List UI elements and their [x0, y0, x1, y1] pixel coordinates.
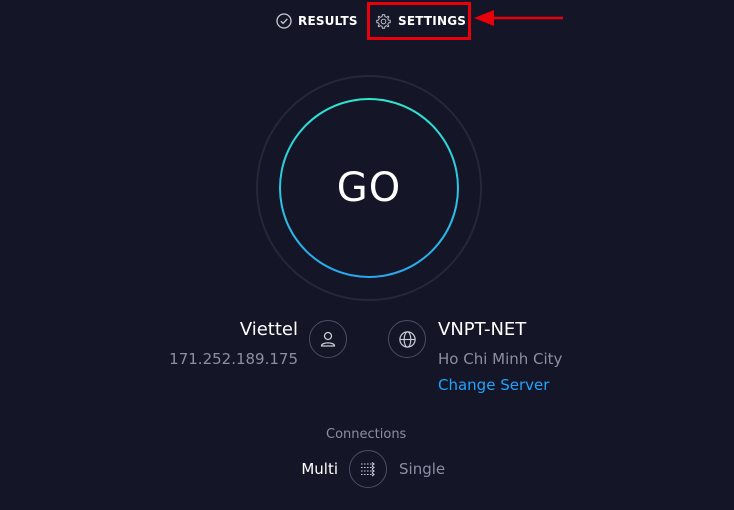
- user-icon: [309, 320, 347, 358]
- go-button-inner: GO: [281, 100, 457, 276]
- connections-single-option[interactable]: Single: [399, 460, 445, 478]
- check-circle-icon: [276, 13, 292, 29]
- globe-icon: [388, 320, 426, 358]
- go-button[interactable]: GO: [279, 98, 459, 278]
- connections-toggle-icon[interactable]: [349, 450, 387, 488]
- results-label: RESULTS: [298, 14, 358, 28]
- provider-name: Viettel: [239, 319, 298, 340]
- provider-ip: 171.252.189.175: [169, 350, 298, 368]
- server-location: Ho Chi Minh City: [438, 350, 563, 368]
- settings-highlight-box: [367, 2, 471, 40]
- results-nav-link[interactable]: RESULTS: [276, 8, 358, 34]
- go-label: GO: [336, 165, 402, 211]
- connections-label: Connections: [326, 427, 407, 442]
- change-server-link[interactable]: Change Server: [438, 376, 549, 394]
- server-name: VNPT-NET: [438, 319, 527, 340]
- pointer-arrow-icon: [474, 10, 563, 26]
- connections-multi-option[interactable]: Multi: [301, 460, 338, 478]
